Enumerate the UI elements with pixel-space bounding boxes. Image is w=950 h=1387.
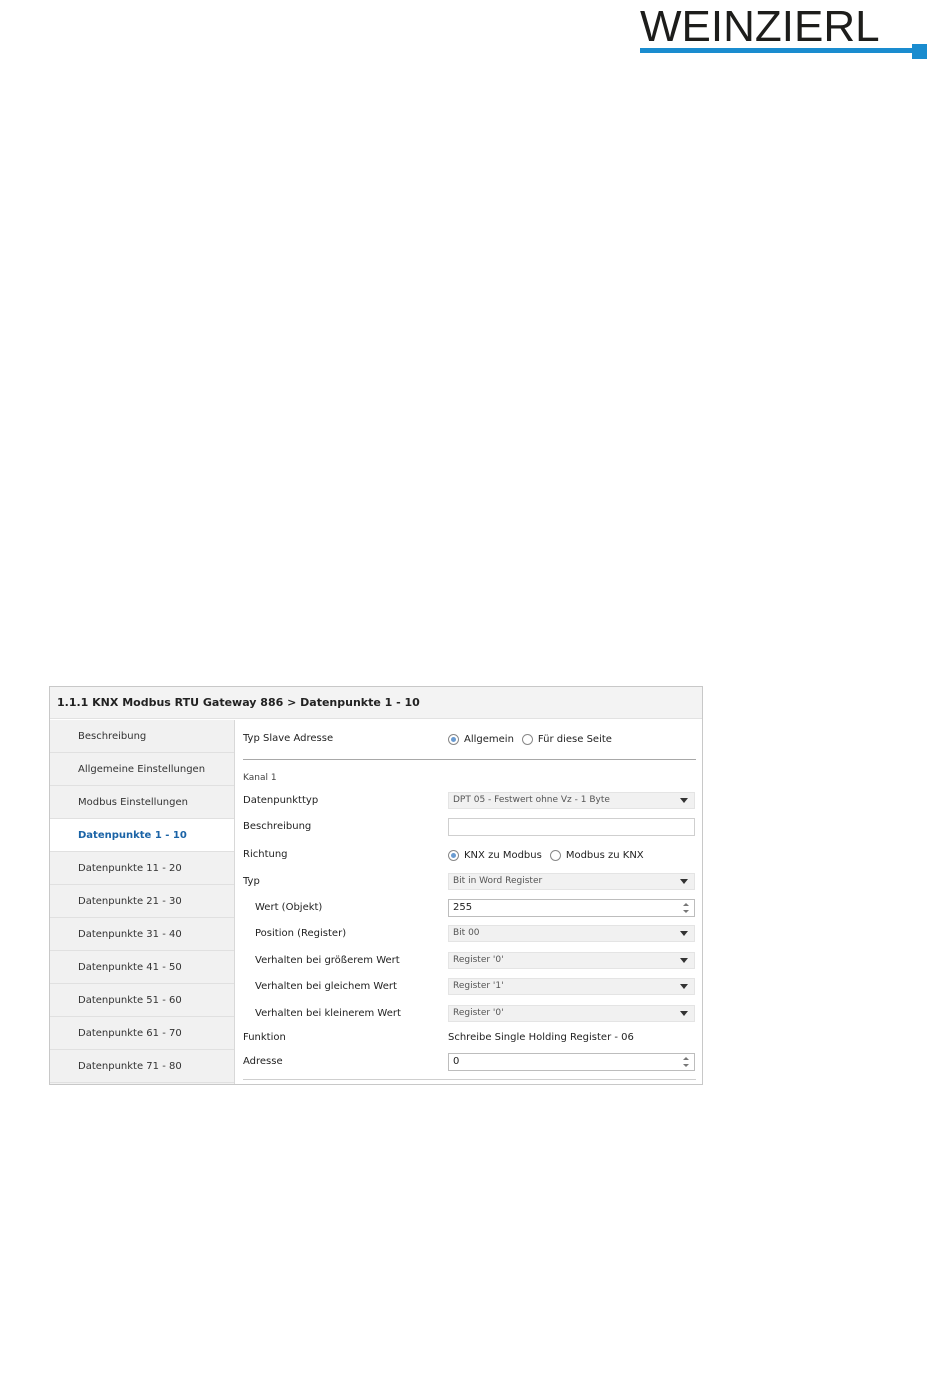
slave-type-radio-group: Allgemein Für diese Seite	[448, 730, 695, 748]
radio-checked-icon	[448, 733, 459, 745]
parameter-panel: Typ Slave Adresse Allgemein Für diese Se…	[243, 720, 698, 1084]
radio-modbus-zu-knx[interactable]: Modbus zu KNX	[549, 849, 644, 861]
type-label: Typ	[243, 876, 260, 887]
greater-select[interactable]: Register '0'	[448, 952, 695, 969]
function-label: Funktion	[243, 1032, 286, 1043]
datapoint-type-label: Datenpunkttyp	[243, 795, 319, 806]
sidebar-item-allgemeine-einstellungen[interactable]: Allgemeine Einstellungen	[50, 753, 234, 786]
radio-fuer-diese-seite[interactable]: Für diese Seite	[521, 733, 612, 745]
sidebar-item-beschreibung[interactable]: Beschreibung	[50, 720, 234, 753]
chevron-down-icon	[680, 931, 688, 936]
radio-allgemein-label: Allgemein	[464, 733, 514, 745]
radio-unchecked-icon	[549, 849, 561, 861]
spin-down-icon[interactable]	[683, 910, 689, 913]
sidebar-item-datenpunkte-21-30[interactable]: Datenpunkte 21 - 30	[50, 885, 234, 918]
chevron-down-icon	[680, 798, 688, 803]
parameter-window: 1.1.1 KNX Modbus RTU Gateway 886 > Daten…	[49, 686, 703, 1085]
sidebar-item-datenpunkte-61-70[interactable]: Datenpunkte 61 - 70	[50, 1017, 234, 1050]
equal-label: Verhalten bei gleichem Wert	[255, 981, 397, 992]
smaller-label: Verhalten bei kleinerem Wert	[255, 1008, 401, 1019]
chevron-down-icon	[680, 1011, 688, 1016]
spin-up-icon[interactable]	[683, 903, 689, 906]
radio-modbus-zu-knx-label: Modbus zu KNX	[565, 849, 644, 861]
chevron-down-icon	[680, 984, 688, 989]
sidebar-item-datenpunkte-51-60[interactable]: Datenpunkte 51 - 60	[50, 984, 234, 1017]
bottom-divider	[243, 1079, 696, 1080]
equal-select[interactable]: Register '1'	[448, 978, 695, 995]
smaller-value: Register '0'	[453, 1008, 504, 1018]
sidebar-item-datenpunkte-71-80[interactable]: Datenpunkte 71 - 80	[50, 1050, 234, 1083]
slave-type-label: Typ Slave Adresse	[243, 733, 334, 744]
position-register-value: Bit 00	[453, 928, 480, 938]
sidebar-item-modbus-einstellungen[interactable]: Modbus Einstellungen	[50, 786, 234, 819]
function-value: Schreibe Single Holding Register - 06	[448, 1032, 634, 1043]
equal-value: Register '1'	[453, 981, 504, 991]
logo-square	[912, 44, 927, 59]
logo-text: WEINZIERL	[640, 2, 880, 51]
type-value: Bit in Word Register	[453, 876, 543, 886]
radio-knx-zu-modbus-label: KNX zu Modbus	[464, 849, 542, 861]
datapoint-type-value: DPT 05 - Festwert ohne Vz - 1 Byte	[453, 795, 610, 805]
radio-fuer-diese-seite-label: Für diese Seite	[537, 733, 612, 745]
radio-allgemein[interactable]: Allgemein	[448, 733, 514, 745]
direction-label: Richtung	[243, 849, 288, 860]
sidebar: Beschreibung Allgemeine Einstellungen Mo…	[50, 720, 235, 1084]
chevron-down-icon	[680, 879, 688, 884]
datapoint-type-select[interactable]: DPT 05 - Festwert ohne Vz - 1 Byte	[448, 792, 695, 809]
weinzierl-logo: WEINZIERL	[640, 4, 930, 64]
breadcrumb: 1.1.1 KNX Modbus RTU Gateway 886 > Daten…	[50, 687, 702, 719]
position-register-label: Position (Register)	[255, 928, 347, 939]
radio-knx-zu-modbus[interactable]: KNX zu Modbus	[448, 849, 542, 861]
greater-value: Register '0'	[453, 955, 504, 965]
spin-down-icon[interactable]	[683, 1064, 689, 1067]
spin-up-icon[interactable]	[683, 1057, 689, 1060]
position-register-select[interactable]: Bit 00	[448, 925, 695, 942]
chevron-down-icon	[680, 958, 688, 963]
description-input[interactable]	[448, 818, 695, 836]
description-label: Beschreibung	[243, 821, 312, 832]
sidebar-item-datenpunkte-31-40[interactable]: Datenpunkte 31 - 40	[50, 918, 234, 951]
address-label: Adresse	[243, 1056, 283, 1067]
radio-checked-icon	[448, 849, 459, 861]
channel-label: Kanal 1	[243, 773, 277, 783]
sidebar-item-datenpunkte-41-50[interactable]: Datenpunkte 41 - 50	[50, 951, 234, 984]
value-object-value: 255	[453, 902, 473, 913]
value-object-stepper[interactable]: 255	[448, 899, 695, 917]
address-value: 0	[453, 1056, 460, 1067]
greater-label: Verhalten bei größerem Wert	[255, 955, 400, 966]
logo-underline	[640, 48, 920, 53]
smaller-select[interactable]: Register '0'	[448, 1005, 695, 1022]
address-stepper[interactable]: 0	[448, 1053, 695, 1071]
value-object-label: Wert (Objekt)	[255, 902, 323, 913]
type-select[interactable]: Bit in Word Register	[448, 873, 695, 890]
direction-radio-group: KNX zu Modbus Modbus zu KNX	[448, 846, 695, 864]
sidebar-item-datenpunkte-1-10[interactable]: Datenpunkte 1 - 10	[50, 819, 234, 852]
section-divider	[243, 759, 696, 760]
sidebar-item-datenpunkte-11-20[interactable]: Datenpunkte 11 - 20	[50, 852, 234, 885]
radio-unchecked-icon	[521, 733, 533, 745]
